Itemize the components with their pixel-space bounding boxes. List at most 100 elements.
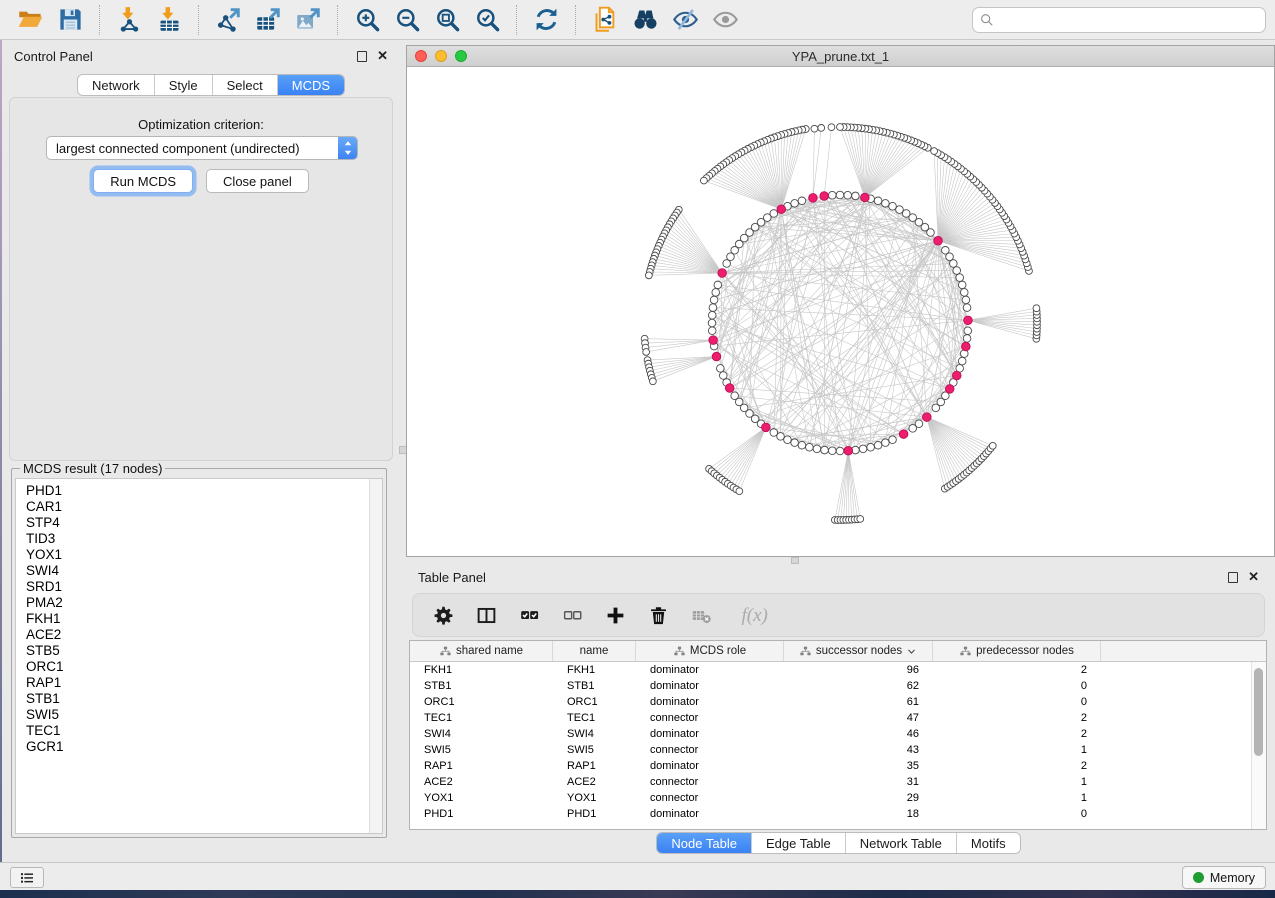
list-item[interactable]: GCR1 bbox=[26, 739, 369, 755]
column-header-predecessor-nodes[interactable]: predecessor nodes bbox=[933, 641, 1101, 661]
refresh-network-button[interactable] bbox=[529, 4, 563, 36]
float-table-panel-icon[interactable] bbox=[1228, 572, 1238, 583]
table-scrollbar[interactable] bbox=[1251, 662, 1266, 829]
criterion-select-value: largest connected component (undirected) bbox=[47, 141, 338, 156]
list-item[interactable]: SRD1 bbox=[26, 579, 369, 595]
close-traffic-light[interactable] bbox=[415, 50, 427, 62]
mcds-list-scrollbar[interactable] bbox=[369, 479, 382, 833]
list-item[interactable]: STB1 bbox=[26, 691, 369, 707]
binoculars-button[interactable] bbox=[628, 4, 662, 36]
select-all-columns-button[interactable] bbox=[517, 603, 541, 627]
table-row[interactable]: ACE2ACE2connector311 bbox=[410, 774, 1251, 790]
criterion-select[interactable]: largest connected component (undirected) bbox=[46, 136, 358, 160]
delete-table-icon bbox=[691, 605, 712, 626]
list-item[interactable]: PMA2 bbox=[26, 595, 369, 611]
status-bar: Memory bbox=[0, 862, 1275, 890]
column-label: shared name bbox=[456, 645, 523, 657]
memory-button[interactable]: Memory bbox=[1182, 866, 1266, 889]
network-titlebar[interactable]: YPA_prune.txt_1 bbox=[407, 46, 1274, 67]
scrollbar-thumb[interactable] bbox=[1254, 668, 1263, 756]
split-panel-button[interactable] bbox=[474, 603, 498, 627]
zoom-selected-button[interactable] bbox=[470, 4, 504, 36]
search-input[interactable] bbox=[999, 10, 1259, 30]
list-item[interactable]: CAR1 bbox=[26, 499, 369, 515]
float-panel-icon[interactable] bbox=[357, 51, 367, 62]
list-item[interactable]: STP4 bbox=[26, 515, 369, 531]
list-item[interactable]: FKH1 bbox=[26, 611, 369, 627]
table-row[interactable]: SWI5SWI5connector431 bbox=[410, 742, 1251, 758]
list-item[interactable]: STB5 bbox=[26, 643, 369, 659]
table-row[interactable]: YOX1YOX1connector291 bbox=[410, 790, 1251, 806]
zoom-out-button[interactable] bbox=[390, 4, 424, 36]
tab-network-table[interactable]: Network Table bbox=[846, 833, 957, 853]
close-panel-icon[interactable]: ✕ bbox=[377, 48, 388, 64]
save-button[interactable] bbox=[53, 4, 87, 36]
table-cell: SWI4 bbox=[410, 726, 553, 742]
table-cell: PHD1 bbox=[410, 806, 553, 822]
control-panel-title: Control Panel bbox=[14, 49, 93, 64]
table-row[interactable]: FKH1FKH1dominator962 bbox=[410, 662, 1251, 678]
zoom-in-icon bbox=[354, 6, 381, 33]
delete-column-button[interactable] bbox=[646, 603, 670, 627]
list-item[interactable]: SWI5 bbox=[26, 707, 369, 723]
list-item[interactable]: PHD1 bbox=[26, 483, 369, 499]
share-document-button[interactable] bbox=[588, 4, 622, 36]
mcds-result-list: PHD1CAR1STP4TID3YOX1SWI4SRD1PMA2FKH1ACE2… bbox=[16, 479, 369, 833]
export-image-button[interactable] bbox=[291, 4, 325, 36]
add-column-button[interactable] bbox=[603, 603, 627, 627]
list-item[interactable]: TEC1 bbox=[26, 723, 369, 739]
network-canvas[interactable] bbox=[407, 67, 1274, 556]
export-network-button[interactable] bbox=[211, 4, 245, 36]
horizontal-divider-handle[interactable] bbox=[791, 557, 799, 564]
unselect-all-columns-button[interactable] bbox=[560, 603, 584, 627]
toolbar-separator bbox=[575, 5, 576, 35]
table-header-row: shared name nameMCDS rolesuccessor nodesp… bbox=[410, 641, 1266, 662]
hide-selected-eye-button[interactable] bbox=[668, 4, 702, 36]
list-item[interactable]: TID3 bbox=[26, 531, 369, 547]
mcds-result-group: MCDS result (17 nodes) PHD1CAR1STP4TID3Y… bbox=[11, 461, 387, 838]
column-header-successor-nodes[interactable]: successor nodes bbox=[784, 641, 933, 661]
tab-node-table[interactable]: Node Table bbox=[657, 833, 752, 853]
column-header-shared-name[interactable]: shared name bbox=[410, 641, 553, 661]
table-cell: 1 bbox=[933, 790, 1101, 806]
close-table-panel-icon[interactable]: ✕ bbox=[1248, 569, 1259, 585]
export-network-icon bbox=[215, 6, 242, 33]
minimize-traffic-light[interactable] bbox=[435, 50, 447, 62]
search-box[interactable] bbox=[972, 7, 1266, 33]
column-header-mcds-role[interactable]: MCDS role bbox=[636, 641, 784, 661]
tab-mcds[interactable]: MCDS bbox=[278, 75, 344, 95]
list-item[interactable]: RAP1 bbox=[26, 675, 369, 691]
table-cell: connector bbox=[636, 774, 784, 790]
export-table-button[interactable] bbox=[251, 4, 285, 36]
show-all-eye-button[interactable] bbox=[708, 4, 742, 36]
list-item[interactable]: ORC1 bbox=[26, 659, 369, 675]
table-row[interactable]: PHD1PHD1dominator180 bbox=[410, 806, 1251, 822]
close-panel-button[interactable]: Close panel bbox=[206, 169, 309, 193]
import-table-file-button[interactable] bbox=[152, 4, 186, 36]
table-cell: dominator bbox=[636, 694, 784, 710]
zoom-in-button[interactable] bbox=[350, 4, 384, 36]
tab-select[interactable]: Select bbox=[213, 75, 278, 95]
open-folder-button[interactable] bbox=[13, 4, 47, 36]
table-row[interactable]: ORC1ORC1dominator610 bbox=[410, 694, 1251, 710]
table-row[interactable]: TEC1TEC1connector472 bbox=[410, 710, 1251, 726]
task-history-button[interactable] bbox=[10, 867, 44, 888]
table-row[interactable]: RAP1RAP1dominator352 bbox=[410, 758, 1251, 774]
tab-edge-table[interactable]: Edge Table bbox=[752, 833, 846, 853]
list-item[interactable]: SWI4 bbox=[26, 563, 369, 579]
maximize-traffic-light[interactable] bbox=[455, 50, 467, 62]
column-header-name[interactable]: name bbox=[553, 641, 636, 661]
tab-style[interactable]: Style bbox=[155, 75, 213, 95]
list-item[interactable]: ACE2 bbox=[26, 627, 369, 643]
tab-network[interactable]: Network bbox=[78, 75, 155, 95]
zoom-fit-button[interactable] bbox=[430, 4, 464, 36]
table-cell: TEC1 bbox=[410, 710, 553, 726]
table-row[interactable]: STB1STB1dominator620 bbox=[410, 678, 1251, 694]
table-cell: 43 bbox=[784, 742, 933, 758]
table-row[interactable]: SWI4SWI4dominator462 bbox=[410, 726, 1251, 742]
tab-motifs[interactable]: Motifs bbox=[957, 833, 1020, 853]
attributes-gear-button[interactable] bbox=[431, 603, 455, 627]
list-item[interactable]: YOX1 bbox=[26, 547, 369, 563]
import-network-file-button[interactable] bbox=[112, 4, 146, 36]
run-mcds-button[interactable]: Run MCDS bbox=[93, 169, 193, 193]
